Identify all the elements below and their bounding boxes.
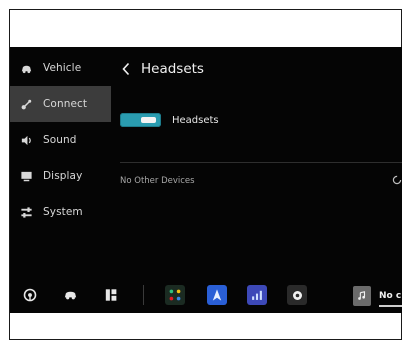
settings-sidebar: Vehicle Connect Sound Display System [10,47,111,277]
sidebar-item-label: Connect [43,98,88,110]
media-title: No c [379,291,402,301]
media-player[interactable]: No c [353,285,402,307]
media-progress-bar [379,305,402,307]
sidebar-item-label: Display [43,170,83,182]
no-other-devices-text: No Other Devices [120,176,195,186]
steering-icon[interactable] [21,286,38,303]
sidebar-item-vehicle[interactable]: Vehicle [10,50,111,86]
settings-app-icon[interactable] [287,285,307,305]
monitor-icon [19,169,33,183]
speaker-icon [19,133,33,147]
sidebar-item-sound[interactable]: Sound [10,122,111,158]
chevron-left-icon[interactable] [120,61,132,77]
divider [120,162,402,163]
sidebar-item-label: Sound [43,134,77,146]
navigation-app-icon[interactable] [207,285,227,305]
sidebar-item-label: Vehicle [43,62,82,74]
car-icon[interactable] [62,286,79,303]
bottom-dock: No c [10,277,402,313]
sidebar-item-label: System [43,206,83,218]
sliders-icon [19,205,33,219]
music-note-icon [353,286,371,306]
apps-grid-icon[interactable] [103,286,120,303]
device-label: Headsets [172,114,219,126]
headsets-row[interactable]: Headsets [120,110,219,130]
connect-icon [19,97,33,111]
infotainment-screen: Vehicle Connect Sound Display System Hea… [10,47,402,313]
toggle-knob [141,117,156,123]
page-title: Headsets [141,61,204,77]
loading-spinner-icon [392,175,402,185]
page-header: Headsets [120,59,204,79]
dock-separator [143,285,144,305]
phone-app-icon[interactable] [165,285,185,305]
car-icon [19,61,33,75]
signal-app-icon[interactable] [247,285,267,305]
sidebar-item-system[interactable]: System [10,194,111,230]
sidebar-item-connect[interactable]: Connect [10,86,111,122]
headsets-toggle[interactable] [120,113,161,127]
sidebar-item-display[interactable]: Display [10,158,111,194]
